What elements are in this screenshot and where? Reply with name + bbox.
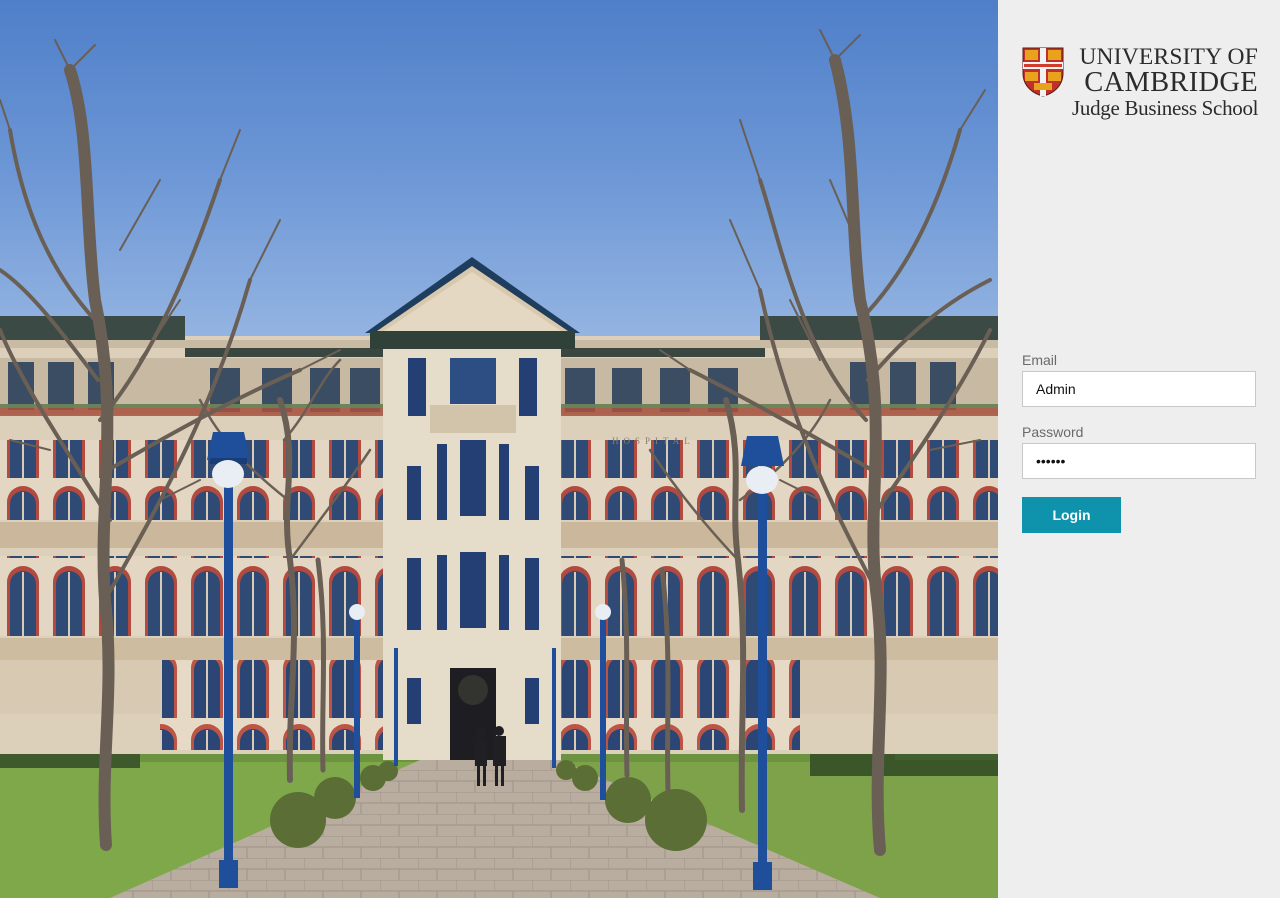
facade-inscription: HOSPITAL — [612, 436, 695, 446]
password-field[interactable] — [1022, 443, 1256, 479]
brand-line-cambridge: CAMBRIDGE — [1084, 67, 1258, 98]
login-button[interactable]: Login — [1022, 497, 1121, 533]
brand-line-school: Judge Business School — [1072, 96, 1259, 120]
university-logo: UNIVERSITY OF CAMBRIDGE Judge Business S… — [1022, 44, 1259, 122]
brand-wordmark: UNIVERSITY OF CAMBRIDGE Judge Business S… — [1072, 44, 1259, 120]
hero-building-photo: HOSPITAL — [0, 0, 998, 898]
login-panel: UNIVERSITY OF CAMBRIDGE Judge Business S… — [998, 0, 1280, 898]
brand-line-university: UNIVERSITY OF — [1079, 44, 1258, 70]
university-crest-icon — [1022, 47, 1064, 97]
password-label: Password — [1022, 424, 1084, 440]
email-field[interactable] — [1022, 371, 1256, 407]
hero-illustration: HOSPITAL — [0, 29, 998, 898]
email-label: Email — [1022, 352, 1058, 368]
login-form: Email Password Login — [1022, 352, 1256, 533]
